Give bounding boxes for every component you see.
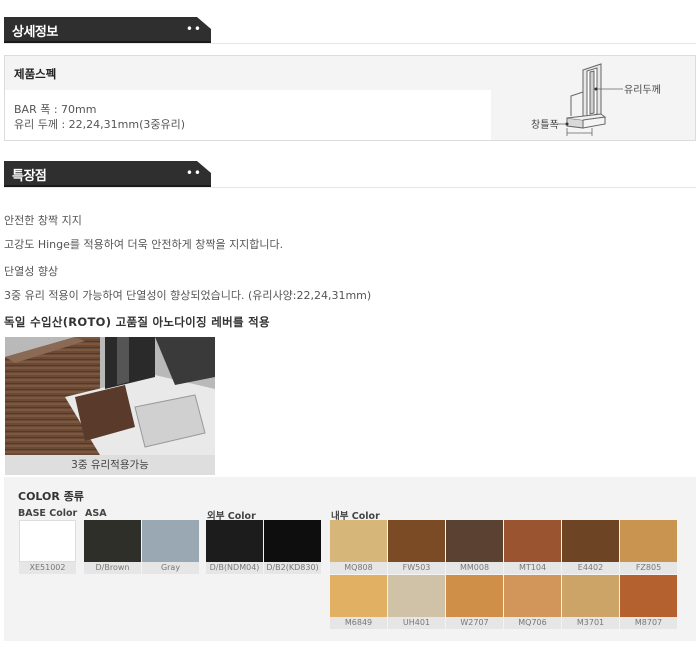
- color-panel: COLOR 종류 BASE Color ASA 외부 Color 내부 Colo…: [4, 477, 696, 641]
- color-swatch-inner: FW503: [388, 520, 445, 574]
- color-chip: [330, 575, 387, 617]
- color-code: W2707: [446, 617, 503, 629]
- frame-section-diagram: 유리두께 창틀폭: [531, 63, 661, 136]
- product-photo: 3중 유리적용가능: [5, 337, 215, 475]
- base-color-label: BASE Color: [18, 508, 78, 519]
- color-chip: [142, 520, 199, 562]
- detail-dots-icon: ••: [185, 22, 202, 36]
- color-chip: [504, 520, 561, 562]
- feature-3-title: 독일 수입산(ROTO) 고품질 아노다이징 레버를 적용: [4, 315, 270, 329]
- features-divider: [4, 187, 696, 188]
- asa-color-label: ASA: [85, 508, 107, 519]
- color-chip: [562, 575, 619, 617]
- feature-1-title: 안전한 창짝 지지: [4, 214, 82, 227]
- color-chip: [446, 575, 503, 617]
- color-code: E4402: [562, 562, 619, 574]
- color-swatch-inner: UH401: [388, 575, 445, 629]
- features-heading: 특장점: [12, 169, 47, 184]
- color-chip: [504, 575, 561, 617]
- color-chip: [388, 575, 445, 617]
- diagram-glass-label: 유리두께: [624, 84, 661, 96]
- feature-2-title: 단열성 향상: [4, 265, 59, 278]
- spec-title-bar: [5, 56, 491, 90]
- color-swatch-inner: M8707: [620, 575, 677, 629]
- spec-glass-thickness: 유리 두께 : 22,24,31mm(3중유리): [14, 118, 186, 131]
- color-swatch-inner: E4402: [562, 520, 619, 574]
- color-code: Gray: [142, 562, 199, 574]
- color-chip: [84, 520, 141, 562]
- diagram-frame-label: 창틀폭: [531, 119, 559, 131]
- color-swatch-inner: MM008: [446, 520, 503, 574]
- color-swatch-inner: M6849: [330, 575, 387, 629]
- color-code: MQ808: [330, 562, 387, 574]
- color-swatch-outer: D/B2(KD830): [264, 520, 321, 574]
- color-swatch-inner: FZ805: [620, 520, 677, 574]
- color-swatch-inner: MQ808: [330, 520, 387, 574]
- color-swatch-asa: D/Brown: [84, 520, 141, 574]
- color-chip: [620, 575, 677, 617]
- features-section-header: 특장점 ••: [4, 161, 211, 187]
- spec-title: 제품스펙: [14, 67, 57, 81]
- color-code: MT104: [504, 562, 561, 574]
- detail-divider: [4, 43, 696, 44]
- color-code: UH401: [388, 617, 445, 629]
- color-code: FW503: [388, 562, 445, 574]
- color-swatch-outer: D/B(NDM04): [206, 520, 263, 574]
- feature-1-desc: 고강도 Hinge를 적용하여 더욱 안전하게 창짝을 지지합니다.: [4, 238, 284, 251]
- color-code: M6849: [330, 617, 387, 629]
- color-code: D/B2(KD830): [264, 562, 321, 574]
- detail-heading: 상세정보: [12, 25, 58, 40]
- color-swatch-base: XE51002: [19, 520, 76, 574]
- color-chip: [206, 520, 263, 562]
- color-code: M8707: [620, 617, 677, 629]
- color-chip: [620, 520, 677, 562]
- color-panel-title: COLOR 종류: [18, 490, 84, 503]
- product-photo-caption: 3중 유리적용가능: [5, 455, 215, 475]
- color-chip: [388, 520, 445, 562]
- color-code: D/B(NDM04): [206, 562, 263, 574]
- spec-diagram-area: 유리두께 창틀폭: [491, 56, 695, 140]
- color-code: MQ706: [504, 617, 561, 629]
- color-chip: [264, 520, 321, 562]
- spec-text-area: 제품스펙 BAR 폭 : 70mm 유리 두께 : 22,24,31mm(3중유…: [5, 56, 491, 140]
- color-chip: [446, 520, 503, 562]
- color-swatch-inner: W2707: [446, 575, 503, 629]
- features-dots-icon: ••: [185, 166, 202, 180]
- spec-bar-width: BAR 폭 : 70mm: [14, 103, 97, 116]
- detail-section-header: 상세정보 ••: [4, 17, 211, 43]
- color-code: D/Brown: [84, 562, 141, 574]
- color-chip: [330, 520, 387, 562]
- color-code: XE51002: [19, 562, 76, 574]
- color-swatch-inner: MQ706: [504, 575, 561, 629]
- color-swatch-asa: Gray: [142, 520, 199, 574]
- color-swatch-inner: M3701: [562, 575, 619, 629]
- feature-2-desc: 3중 유리 적용이 가능하여 단열성이 향상되었습니다. (유리사양:22,24…: [4, 289, 372, 302]
- color-code: MM008: [446, 562, 503, 574]
- color-swatch-inner: MT104: [504, 520, 561, 574]
- color-code: M3701: [562, 617, 619, 629]
- spec-box: 제품스펙 BAR 폭 : 70mm 유리 두께 : 22,24,31mm(3중유…: [4, 55, 696, 141]
- color-code: FZ805: [620, 562, 677, 574]
- color-chip: [562, 520, 619, 562]
- product-photo-image: [5, 337, 215, 455]
- color-chip: [19, 520, 76, 562]
